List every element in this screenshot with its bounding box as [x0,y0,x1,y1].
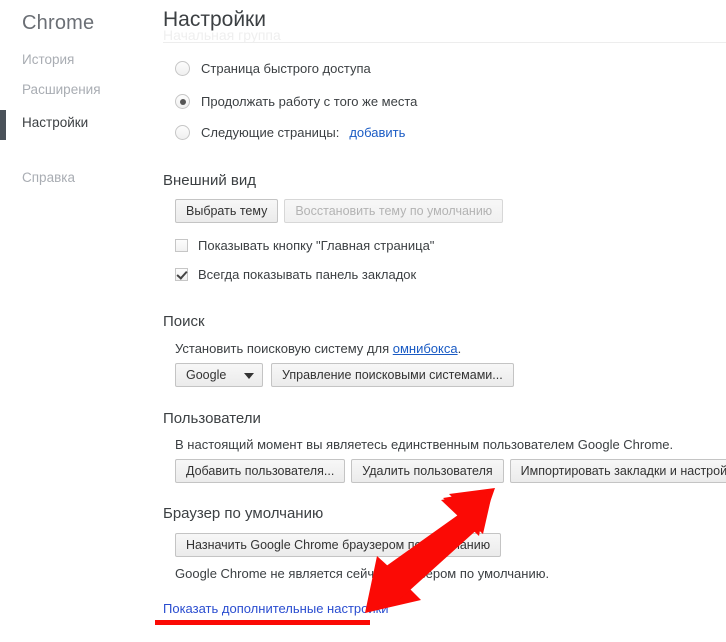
delete-user-button[interactable]: Удалить пользователя [351,459,504,483]
users-description: В настоящий момент вы являетесь единстве… [175,437,674,452]
show-bookmarks-bar-row[interactable]: Всегда показывать панель закладок [175,267,416,282]
annotation-red-underline [155,620,370,625]
startup-section-heading-faded: Начальная группа [163,27,281,43]
startup-option-pages-label: Следующие страницы: [201,125,340,140]
settings-content: Настройки Начальная группа Страница быст… [155,0,726,642]
show-advanced-settings-link[interactable]: Показать дополнительные настройки [163,601,389,616]
choose-theme-button[interactable]: Выбрать тему [175,199,279,223]
default-browser-button-row: Назначить Google Chrome браузером по умо… [175,533,502,557]
appearance-heading: Внешний вид [163,172,256,189]
search-engine-selected-value: Google [186,368,227,382]
show-bookmarks-bar-label: Всегда показывать панель закладок [198,267,417,282]
startup-option-continue[interactable]: Продолжать работу с того же места [175,94,417,109]
chevron-down-icon [244,373,254,379]
startup-option-pages[interactable]: Следующие страницы: добавить [175,125,405,140]
startup-option-new-tab-label: Страница быстрого доступа [201,61,371,76]
users-buttons-row: Добавить пользователя... Удалить пользов… [175,459,726,483]
sidebar: Chrome История Расширения Настройки Спра… [0,0,155,642]
startup-option-new-tab[interactable]: Страница быстрого доступа [175,61,371,76]
radio-specific-pages[interactable] [175,125,190,140]
radio-continue[interactable] [175,94,190,109]
reset-theme-button: Восстановить тему по умолчанию [284,199,504,223]
show-home-button-label: Показывать кнопку "Главная страница" [198,238,435,253]
omnibox-link[interactable]: омнибокса [393,341,458,356]
sidebar-item-extensions[interactable]: Расширения [22,82,101,97]
startup-option-continue-label: Продолжать работу с того же места [201,94,418,109]
set-default-browser-button[interactable]: Назначить Google Chrome браузером по умо… [175,533,502,557]
sidebar-item-settings[interactable]: Настройки [22,115,88,130]
search-heading: Поиск [163,313,205,330]
default-browser-status: Google Chrome не является сейчас браузер… [175,566,550,581]
checkbox-show-home-button[interactable] [175,239,188,252]
users-heading: Пользователи [163,410,261,427]
checkbox-show-bookmarks-bar[interactable] [175,268,188,281]
add-user-button[interactable]: Добавить пользователя... [175,459,346,483]
search-engine-select[interactable]: Google [175,363,263,387]
sidebar-item-history[interactable]: История [22,52,74,67]
sidebar-active-marker [0,110,6,140]
manage-search-engines-button[interactable]: Управление поисковыми системами... [271,363,514,387]
import-bookmarks-settings-button[interactable]: Импортировать закладки и настройки [509,459,726,483]
search-engine-row: Google Управление поисковыми системами..… [175,363,514,387]
radio-new-tab[interactable] [175,61,190,76]
default-browser-heading: Браузер по умолчанию [163,505,324,522]
search-description-suffix: . [457,341,462,356]
search-description: Установить поисковую систему для омнибок… [175,341,461,356]
search-description-prefix: Установить поисковую систему для [175,341,393,356]
add-pages-link[interactable]: добавить [349,125,405,140]
sidebar-title: Chrome [22,12,95,34]
sidebar-item-help[interactable]: Справка [22,170,75,185]
header-divider [163,42,726,43]
show-home-button-row[interactable]: Показывать кнопку "Главная страница" [175,238,434,253]
appearance-buttons-row: Выбрать тему Восстановить тему по умолча… [175,199,504,223]
